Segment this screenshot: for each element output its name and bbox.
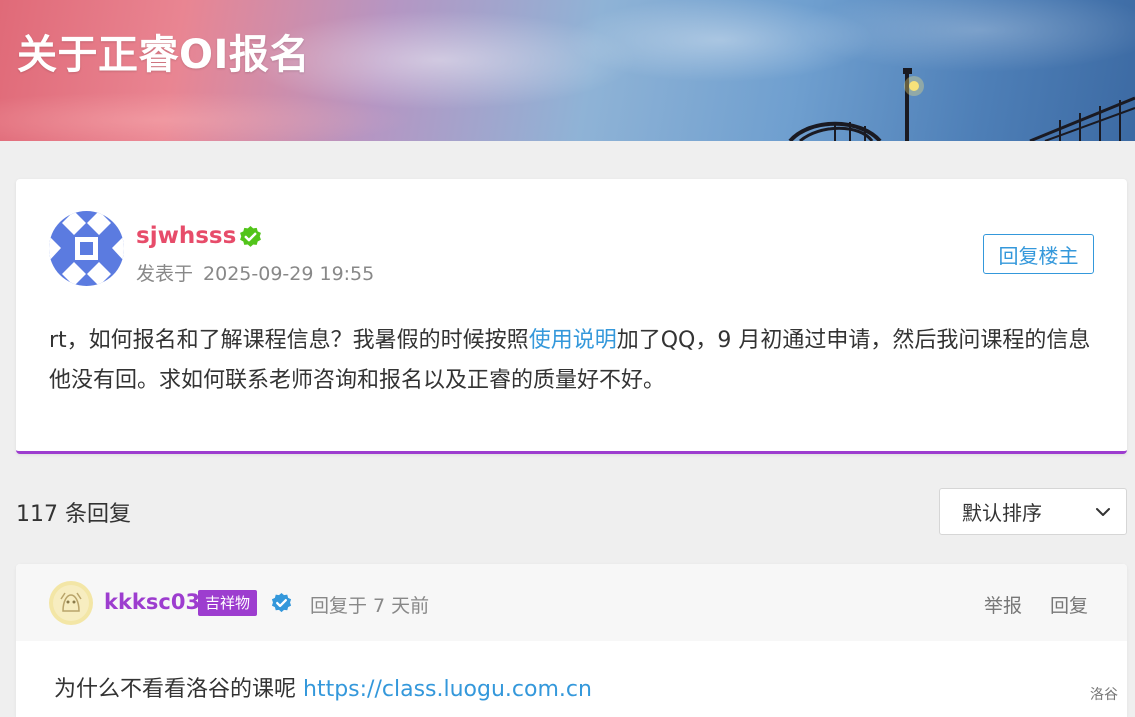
- reply-author-name[interactable]: kkksc03: [104, 590, 200, 614]
- report-button[interactable]: 举报: [984, 591, 1022, 618]
- verified-check-icon: [240, 226, 261, 247]
- post-body: rt，如何报名和了解课程信息？我暑假的时候按照使用说明加了QQ，9 月初通过申请…: [49, 321, 1099, 401]
- usage-guide-link[interactable]: 使用说明: [529, 328, 617, 353]
- site-watermark: 洛谷: [1090, 687, 1118, 703]
- page-title: 关于正睿OI报名: [17, 32, 310, 78]
- mascot-badge: 吉祥物: [198, 590, 258, 616]
- verified-check-icon: [271, 592, 292, 613]
- main-post-card: sjwhsss 发表于 2025-09-29 19:55 回复楼主 rt，如何报名…: [16, 179, 1127, 454]
- reply-body-text: 为什么不看看洛谷的课呢: [54, 677, 297, 702]
- header-banner: 关于正睿OI报名: [0, 0, 1135, 141]
- sort-selected-value: 默认排序: [962, 501, 1042, 525]
- reply-card: kkksc03 吉祥物 回复于 7 天前 举报 回复 为什么不看看洛谷的课呢 h…: [16, 564, 1127, 717]
- chevron-down-icon: [1096, 508, 1110, 516]
- reply-author-avatar[interactable]: [49, 581, 93, 625]
- luogu-class-link[interactable]: https://class.luogu.com.cn: [303, 677, 592, 702]
- author-name[interactable]: sjwhsss: [136, 223, 236, 249]
- post-body-text-1: rt，如何报名和了解课程信息？我暑假的时候按照: [49, 328, 529, 353]
- posted-label: 发表于: [136, 263, 194, 285]
- reply-body: 为什么不看看洛谷的课呢 https://class.luogu.com.cn: [54, 671, 592, 703]
- reply-op-button[interactable]: 回复楼主: [983, 234, 1094, 274]
- post-meta: 发表于 2025-09-29 19:55: [136, 259, 374, 286]
- post-timestamp: 2025-09-29 19:55: [203, 263, 375, 285]
- reply-count: 117 条回复: [16, 502, 131, 527]
- author-avatar[interactable]: [49, 211, 124, 286]
- sort-select[interactable]: 默认排序: [939, 488, 1127, 535]
- reply-time: 回复于 7 天前: [310, 595, 430, 617]
- reply-button[interactable]: 回复: [1050, 591, 1088, 618]
